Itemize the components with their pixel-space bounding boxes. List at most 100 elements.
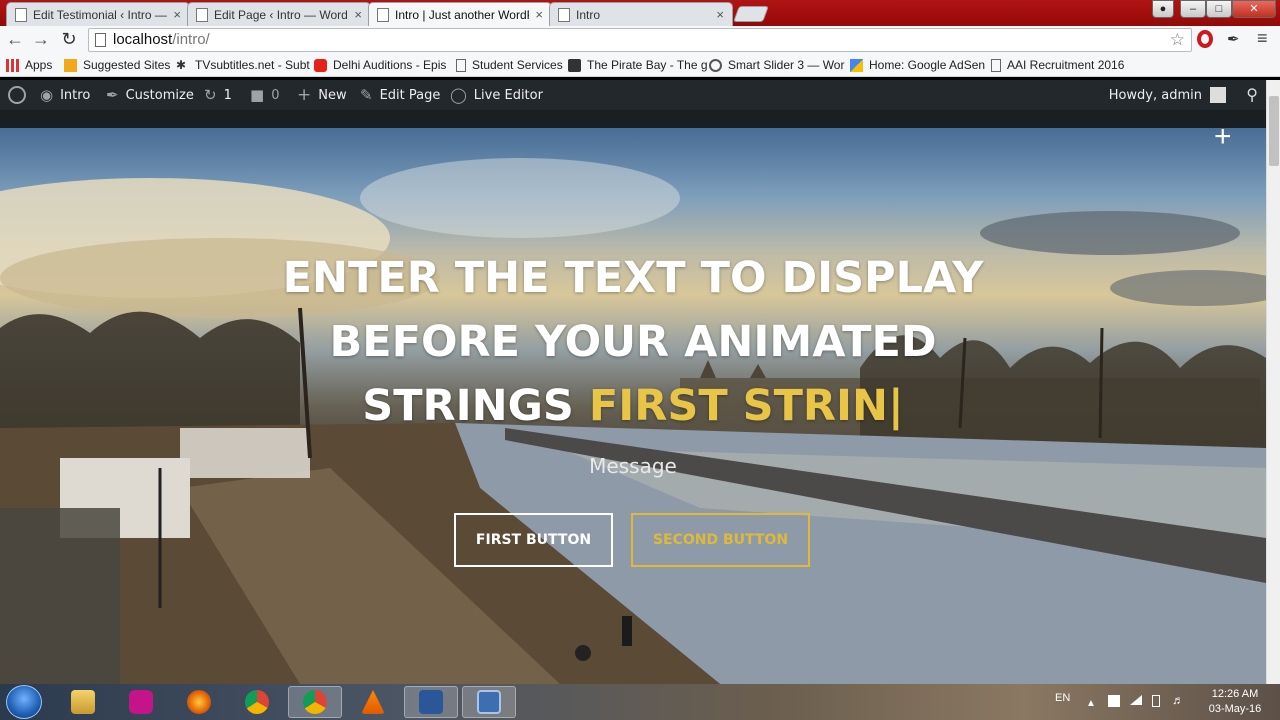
my-account-menu[interactable]: Howdy, admin <box>1109 80 1226 110</box>
vlc-cone-icon <box>361 690 385 714</box>
site-name: Intro <box>60 87 91 103</box>
taskbar-firefox[interactable] <box>172 686 226 718</box>
bookmark-apps[interactable]: Apps <box>6 58 52 72</box>
bookmark-aai-recruitment[interactable]: AAI Recruitment 2016 <box>991 58 1124 72</box>
browser-toolbar: ← → ↻ localhost/intro/ ☆ <box>0 26 1280 54</box>
bookmark-pirate-bay[interactable]: The Pirate Bay - The g <box>568 58 708 72</box>
scrollbar-thumb[interactable] <box>1269 96 1279 166</box>
show-hidden-icons-arrow-icon[interactable]: ▲ <box>1086 698 1100 710</box>
page-icon <box>377 7 389 22</box>
bookmark-label: AAI Recruitment 2016 <box>1007 58 1125 72</box>
bookmark-suggested-sites[interactable]: Suggested Sites <box>64 58 170 72</box>
browser-menu-icon[interactable]: ≡ <box>1257 28 1268 49</box>
page-icon <box>991 58 1001 72</box>
comments-menu[interactable]: ■ 0 <box>250 80 279 110</box>
typing-caret: | <box>888 381 904 431</box>
address-bar[interactable]: localhost/intro/ ☆ <box>88 28 1192 52</box>
chrome-icon <box>245 690 269 714</box>
floppy-disk-icon <box>477 690 501 714</box>
tab-close-icon[interactable]: × <box>535 7 543 22</box>
add-slide-plus-icon[interactable]: + <box>1214 128 1232 154</box>
headline-line-2: BEFORE YOUR ANIMATED <box>329 317 937 367</box>
taskbar-file-explorer[interactable] <box>56 686 110 718</box>
browser-tab-strip: Edit Testimonial ‹ Intro — × Edit Page ‹… <box>0 0 1280 26</box>
bookmark-label: The Pirate Bay - The g <box>587 58 708 72</box>
bookmark-label: Home: Google AdSen <box>869 58 986 72</box>
typed-string: FIRST STRIN <box>588 381 889 431</box>
page-icon <box>196 7 208 22</box>
tab-intro[interactable]: Intro × <box>549 2 733 26</box>
opera-extension-icon[interactable] <box>1197 30 1213 48</box>
wp-admin-bar: ◉ Intro ✒ Customize ↻ 1 ■ 0 + New ✎ Edit… <box>0 80 1280 110</box>
bookmark-label: Smart Slider 3 — Wor <box>728 58 845 72</box>
headline-line-1: ENTER THE TEXT TO DISPLAY <box>282 253 984 303</box>
adsense-icon <box>850 58 863 72</box>
bookmark-tvsubtitles[interactable]: ✱ TVsubtitles.net - Subt <box>176 58 310 72</box>
site-name-menu[interactable]: ◉ Intro <box>40 80 90 110</box>
hero-headline: ENTER THE TEXT TO DISPLAY BEFORE YOUR AN… <box>0 246 1266 438</box>
taskbar-chrome-active[interactable] <box>288 686 342 718</box>
new-content-menu[interactable]: + New <box>297 80 347 110</box>
page-info-icon[interactable] <box>95 33 106 47</box>
word-icon <box>419 690 443 714</box>
url-host: localhost <box>113 31 173 48</box>
updates-icon: ↻ <box>204 86 217 104</box>
tab-close-icon[interactable]: × <box>354 7 362 22</box>
tvsubtitles-icon: ✱ <box>176 57 187 72</box>
forward-arrow-icon[interactable]: → <box>30 30 52 50</box>
live-editor-link[interactable]: ◯ Live Editor <box>450 80 543 110</box>
taskbar-save-media[interactable] <box>462 686 516 718</box>
second-button[interactable]: SECOND BUTTON <box>631 513 810 567</box>
network-signal-icon[interactable] <box>1130 695 1142 705</box>
reload-icon[interactable]: ↻ <box>58 30 80 50</box>
bookmark-label: Student Services <box>472 58 563 72</box>
howdy-label: Howdy, admin <box>1108 87 1202 103</box>
maximize-button[interactable]: □ <box>1206 0 1232 18</box>
search-icon[interactable]: ⚲ <box>1246 85 1258 104</box>
bookmark-google-adsense[interactable]: Home: Google AdSen <box>850 58 985 72</box>
first-button[interactable]: FIRST BUTTON <box>454 513 613 567</box>
bookmark-student-services[interactable]: Student Services <box>456 58 563 72</box>
wp-logo-menu[interactable] <box>8 80 33 110</box>
taskbar-clock[interactable]: 12:26 AM 03-May-16 <box>1200 687 1270 717</box>
windows-flag-icon[interactable] <box>1108 695 1120 707</box>
tab-close-icon[interactable]: × <box>716 7 724 22</box>
updates-menu[interactable]: ↻ 1 <box>204 80 232 110</box>
clock-date: 03-May-16 <box>1208 703 1262 715</box>
taskbar-chrome[interactable] <box>230 686 284 718</box>
page-scrollbar[interactable] <box>1266 80 1280 684</box>
wordpress-icon <box>8 86 26 104</box>
bookmark-smart-slider[interactable]: Smart Slider 3 — Wor <box>709 58 844 72</box>
dashboard-icon: ◉ <box>40 86 54 104</box>
bookmark-label: TVsubtitles.net - Subt <box>195 58 310 72</box>
eye-icon: ◯ <box>450 86 467 104</box>
edit-page-link[interactable]: ✎ Edit Page <box>360 80 440 110</box>
close-window-button[interactable]: ✕ <box>1232 0 1276 18</box>
input-language[interactable]: EN <box>1055 692 1070 704</box>
new-tab-button[interactable] <box>733 6 769 22</box>
taskbar-app-launcher[interactable] <box>114 686 168 718</box>
bookmark-star-icon[interactable]: ☆ <box>1170 29 1185 51</box>
minimize-button[interactable]: – <box>1180 0 1206 18</box>
taskbar-word[interactable] <box>404 686 458 718</box>
tab-title: Edit Testimonial ‹ Intro — <box>33 7 167 22</box>
tab-close-icon[interactable]: × <box>173 7 181 22</box>
bookmark-label: Suggested Sites <box>83 58 171 72</box>
apps-grid-icon <box>6 58 19 72</box>
customize-menu[interactable]: ✒ Customize <box>106 80 194 110</box>
bookmark-label: Delhi Auditions - Epis <box>333 58 447 72</box>
tab-edit-page[interactable]: Edit Page ‹ Intro — Word × <box>187 2 371 26</box>
eyedropper-extension-icon[interactable]: ✒ <box>1227 30 1240 48</box>
back-arrow-icon[interactable]: ← <box>4 30 26 50</box>
windows-taskbar: EN ▲ ♬ 12:26 AM 03-May-16 <box>0 684 1280 720</box>
start-button[interactable] <box>6 685 42 719</box>
avatar <box>1210 87 1226 103</box>
bookmark-delhi-auditions[interactable]: Delhi Auditions - Epis <box>314 58 446 72</box>
headline-prefix: STRINGS <box>362 381 589 431</box>
tab-edit-testimonial[interactable]: Edit Testimonial ‹ Intro — × <box>6 2 190 26</box>
battery-icon[interactable] <box>1152 695 1160 707</box>
user-icon[interactable]: ● <box>1152 0 1174 18</box>
volume-speaker-icon[interactable]: ♬ <box>1172 693 1186 707</box>
taskbar-vlc[interactable] <box>346 686 400 718</box>
tab-intro-active[interactable]: Intro | Just another WordP × <box>368 2 552 26</box>
